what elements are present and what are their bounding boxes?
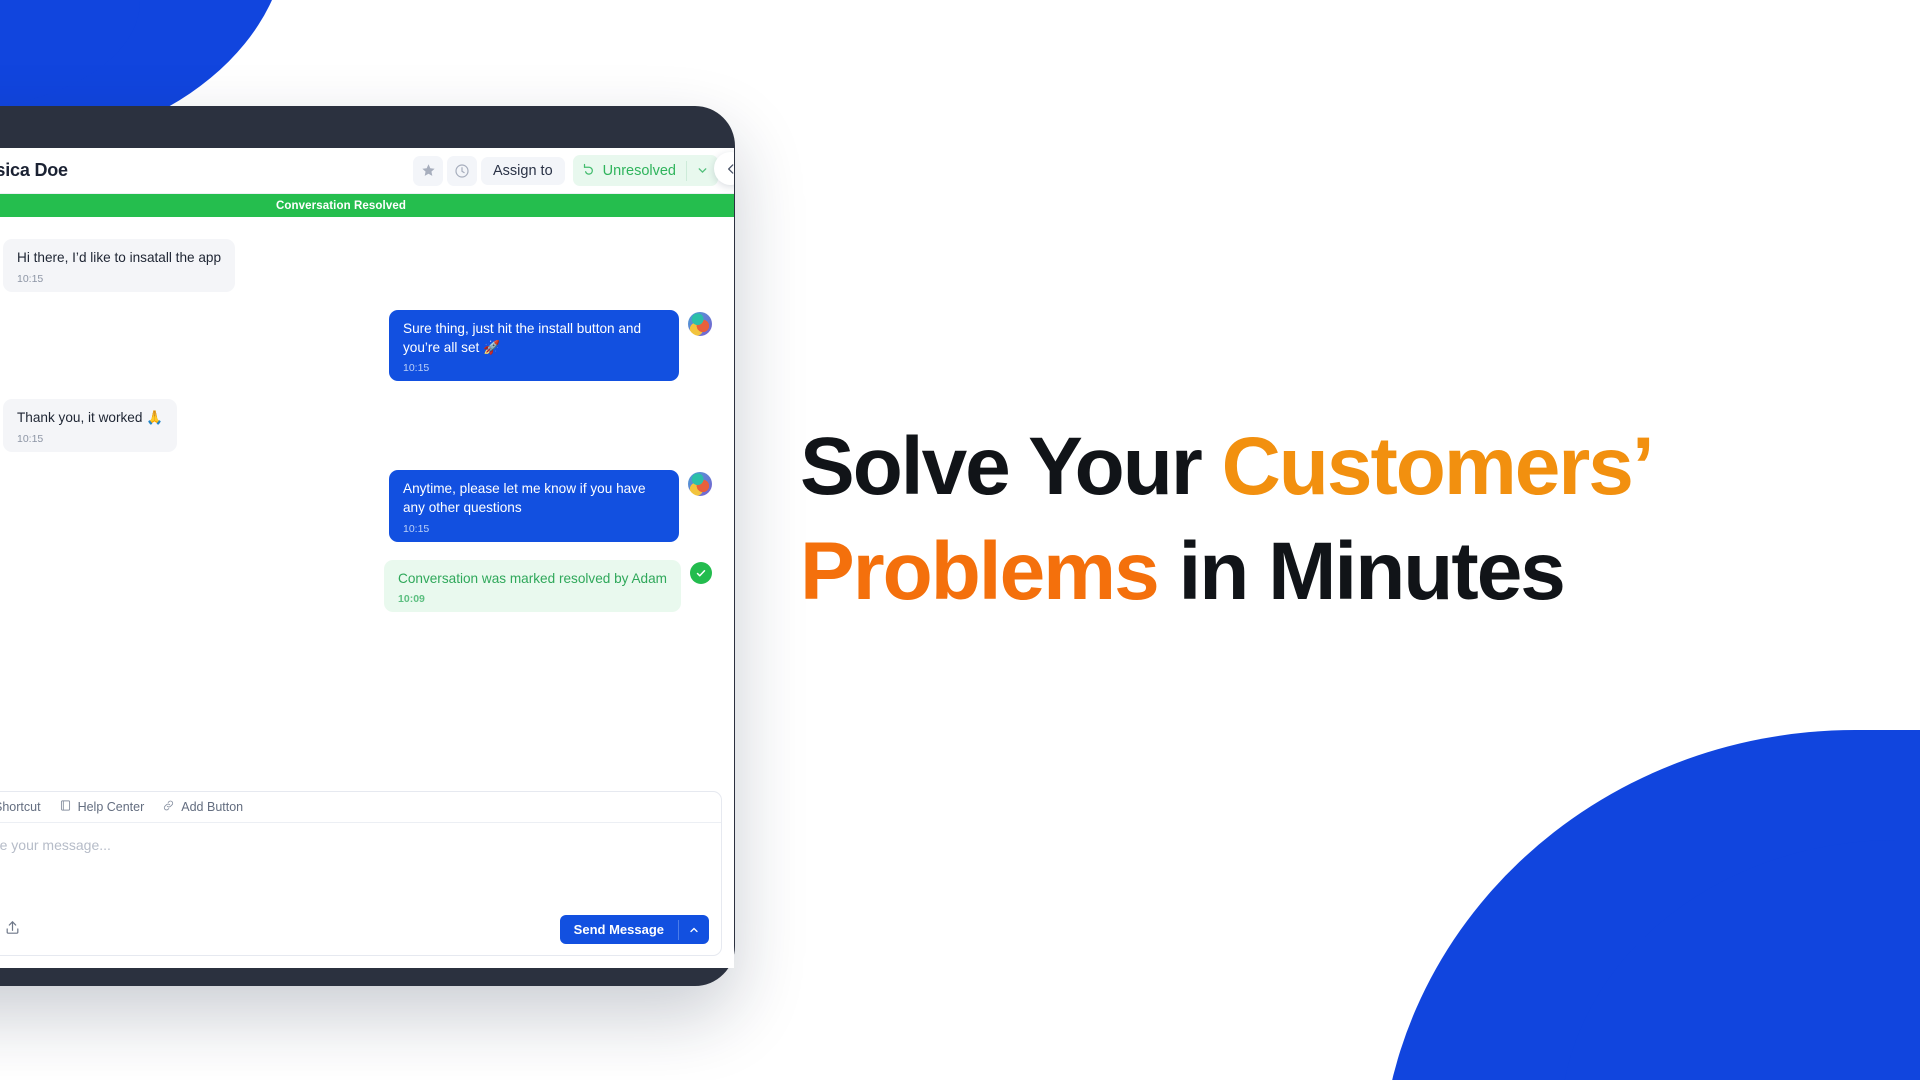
composer-icon-group (0, 919, 21, 941)
conversation-header: Jessica Doe Assign to (0, 148, 734, 194)
header-actions: Assign to Unresolved (413, 155, 718, 186)
composer-tool-label: Shortcut (0, 800, 41, 814)
message-text: Conversation was marked resolved by Adam (398, 570, 667, 586)
message-timestamp: 10:15 (403, 522, 430, 535)
message-text: Hi there, I’d like to insatall the app (17, 250, 222, 265)
message-bubble: Anytime, please let me know if you have … (389, 470, 679, 542)
message-timestamp: 10:15 (17, 272, 44, 285)
app-screen: nts hr ago3hr ago1hr agohr agohr agohr a… (0, 148, 734, 968)
message-row: Anytime, please let me know if you have … (0, 470, 712, 542)
message-row: Thank you, it worked 🙏 10:15 (0, 399, 712, 452)
conversation-panel: Jessica Doe Assign to (0, 148, 734, 968)
headline-line2-plain: in Minutes (1157, 525, 1565, 617)
headline-line1-plain: Solve Your (800, 421, 1222, 512)
upload-icon[interactable] (4, 919, 21, 941)
agent-avatar (688, 472, 712, 496)
message-timestamp: 10:15 (403, 362, 430, 375)
contact-name: Jessica Doe (0, 160, 68, 180)
book-icon (59, 799, 72, 815)
message-timestamp: 10:15 (17, 433, 44, 445)
composer-tool-add-button[interactable]: Add Button (162, 799, 243, 815)
composer-textarea[interactable]: Write your message... (0, 823, 721, 907)
assign-to-button[interactable]: Assign to (481, 156, 565, 185)
message-bubble: Sure thing, just hit the install button … (389, 309, 679, 382)
status-badge[interactable]: Unresolved (573, 155, 686, 186)
message-bubble: Conversation was marked resolved by Adam… (384, 559, 681, 613)
link-icon (162, 799, 175, 815)
composer-tool-shortcut[interactable]: Shortcut (0, 799, 41, 815)
agent-avatar (688, 311, 712, 336)
message-list: Hi there, I’d like to insatall the app 10… (0, 217, 734, 791)
check-circle-icon (690, 561, 712, 584)
page-title: Solve Your Customers’ Problems in Minute… (800, 415, 1880, 625)
chevron-up-icon[interactable] (679, 924, 709, 936)
message-composer[interactable]: Shortcut Help Center Add Button Write your… (0, 791, 722, 956)
message-bubble: Thank you, it worked 🙏 10:15 (3, 399, 178, 452)
composer-tool-help-center[interactable]: Help Center (59, 799, 145, 815)
headline-accent-problems: Problems (800, 525, 1160, 617)
status-dropdown[interactable]: Unresolved (572, 155, 718, 186)
composer-placeholder: Write your message... (0, 837, 111, 853)
star-icon[interactable] (413, 155, 443, 186)
composer-tool-label: Add Button (181, 800, 244, 814)
composer-toolbar: Shortcut Help Center Add Button (0, 792, 721, 823)
conversation-resolved-banner: Conversation Resolved (0, 194, 734, 217)
message-text: Anytime, please let me know if you have … (403, 481, 646, 515)
send-message-group[interactable]: Send Message (559, 915, 709, 944)
send-message-button[interactable]: Send Message (560, 915, 678, 944)
message-text: Thank you, it worked 🙏 (17, 410, 164, 426)
composer-footer: Send Message (0, 907, 721, 955)
undo-arrow-icon (582, 161, 597, 180)
message-timestamp: 10:09 (398, 593, 425, 606)
headline-accent-customers: Customers’ (1221, 421, 1655, 512)
composer-tool-label: Help Center (77, 800, 145, 814)
message-bubble: Hi there, I’d like to insatall the app 10… (3, 239, 236, 292)
message-text: Sure thing, just hit the install button … (403, 320, 642, 355)
tablet-device-frame: nts hr ago3hr ago1hr agohr agohr agohr a… (0, 106, 735, 986)
status-label: Unresolved (602, 162, 676, 179)
message-row: Sure thing, just hit the install button … (0, 309, 712, 382)
message-row: Hi there, I’d like to insatall the app 10… (0, 239, 712, 292)
clock-icon[interactable] (447, 155, 477, 186)
message-row: Conversation was marked resolved by Adam… (0, 559, 712, 613)
